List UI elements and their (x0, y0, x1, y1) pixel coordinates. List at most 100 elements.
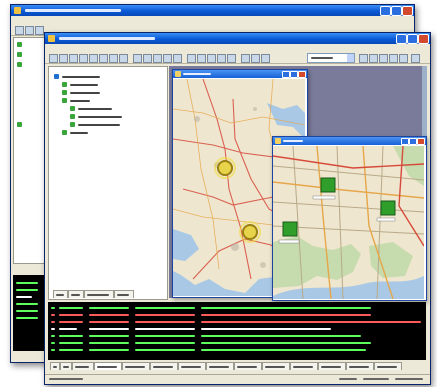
minimize-icon[interactable] (401, 138, 409, 145)
toolbar-icon[interactable] (369, 54, 378, 63)
toolbar-icon[interactable] (49, 54, 58, 63)
tree-item[interactable] (62, 130, 152, 136)
main-toolbar (45, 52, 430, 64)
map-window-city[interactable] (272, 136, 427, 301)
app-icon (48, 35, 55, 42)
node-label (312, 195, 336, 200)
console-tab[interactable] (234, 362, 262, 370)
back-window-titlebar[interactable] (11, 5, 414, 16)
map-window-city-title (283, 140, 303, 142)
tree-tab[interactable] (53, 290, 68, 298)
minimize-icon[interactable] (396, 34, 407, 44)
toolbar-icon[interactable] (411, 54, 420, 63)
toolbar-icon[interactable] (153, 54, 162, 63)
tree-tab[interactable] (114, 290, 134, 298)
view-dropdown[interactable] (307, 53, 355, 63)
minimize-icon[interactable] (282, 71, 290, 78)
console-tab[interactable] (94, 362, 122, 370)
map-window-city-titlebar[interactable] (273, 137, 426, 145)
toolbar-icon[interactable] (25, 26, 34, 35)
toolbar-icon[interactable] (173, 54, 182, 63)
toolbar-icon[interactable] (35, 26, 44, 35)
maximize-icon[interactable] (290, 71, 298, 78)
tree-tab[interactable] (68, 290, 84, 298)
toolbar-icon[interactable] (119, 54, 128, 63)
node-icon (70, 106, 75, 111)
toolbar-icon[interactable] (109, 54, 118, 63)
node-label (278, 239, 300, 244)
site-icon (62, 90, 67, 95)
tree-item[interactable] (62, 98, 152, 104)
toolbar-icon[interactable] (261, 54, 270, 63)
console-tab[interactable] (178, 362, 206, 370)
console-tabbar (48, 361, 426, 371)
toolbar-icon[interactable] (207, 54, 216, 63)
toolbar-icon[interactable] (197, 54, 206, 63)
tree-item[interactable] (70, 106, 154, 112)
network-node-icon[interactable] (380, 200, 396, 216)
toolbar-icon[interactable] (217, 54, 226, 63)
console-tab[interactable] (72, 362, 94, 370)
city-map[interactable] (273, 146, 424, 299)
toolbar-icon[interactable] (389, 54, 398, 63)
node-icon (70, 114, 75, 119)
event-console[interactable] (48, 302, 426, 360)
close-icon[interactable] (417, 138, 425, 145)
tree-panel (48, 66, 168, 300)
console-tab[interactable] (122, 362, 150, 370)
node-icon (17, 42, 22, 47)
toolbar-icon[interactable] (251, 54, 260, 63)
console-tab[interactable] (262, 362, 290, 370)
minimize-icon[interactable] (380, 6, 391, 16)
console-tab[interactable] (374, 362, 402, 370)
console-tab[interactable] (150, 362, 178, 370)
node-icon (70, 122, 75, 127)
toolbar-icon[interactable] (89, 54, 98, 63)
toolbar-icon[interactable] (163, 54, 172, 63)
console-tab[interactable] (318, 362, 346, 370)
main-menubar (45, 45, 430, 57)
toolbar-icon[interactable] (359, 54, 368, 63)
network-node-icon[interactable] (282, 221, 298, 237)
close-icon[interactable] (402, 6, 413, 16)
map-window-overview-titlebar[interactable] (173, 70, 307, 78)
tree-item[interactable] (70, 114, 154, 120)
toolbar-icon[interactable] (143, 54, 152, 63)
toolbar-icon[interactable] (59, 54, 68, 63)
tree-item[interactable] (70, 122, 154, 128)
toolbar-icon[interactable] (79, 54, 88, 63)
tree-root[interactable] (54, 74, 154, 80)
node-marker[interactable] (242, 224, 258, 240)
maximize-icon[interactable] (407, 34, 418, 44)
map-icon (175, 71, 181, 77)
status-text (363, 378, 389, 380)
toolbar-icon[interactable] (227, 54, 236, 63)
main-window-titlebar[interactable] (45, 33, 430, 44)
console-tab[interactable] (60, 362, 72, 370)
tree-item[interactable] (62, 90, 152, 96)
node-marker[interactable] (217, 160, 233, 176)
toolbar-icon[interactable] (241, 54, 250, 63)
tree-tab[interactable] (84, 290, 114, 298)
toolbar-icon[interactable] (99, 54, 108, 63)
console-tab[interactable] (50, 362, 60, 370)
network-node-icon[interactable] (320, 177, 336, 193)
close-icon[interactable] (418, 34, 429, 44)
main-window-title (59, 37, 155, 40)
toolbar-icon[interactable] (69, 54, 78, 63)
close-icon[interactable] (298, 71, 306, 78)
toolbar-icon[interactable] (133, 54, 142, 63)
toolbar-icon[interactable] (379, 54, 388, 63)
maximize-icon[interactable] (391, 6, 402, 16)
console-tab[interactable] (346, 362, 374, 370)
chevron-down-icon (347, 54, 354, 62)
maximize-icon[interactable] (409, 138, 417, 145)
console-tab[interactable] (206, 362, 234, 370)
console-tab[interactable] (290, 362, 318, 370)
toolbar-icon[interactable] (15, 26, 24, 35)
node-icon (17, 52, 22, 57)
node-label (376, 217, 396, 222)
toolbar-icon[interactable] (187, 54, 196, 63)
tree-item[interactable] (62, 82, 152, 88)
toolbar-icon[interactable] (399, 54, 408, 63)
